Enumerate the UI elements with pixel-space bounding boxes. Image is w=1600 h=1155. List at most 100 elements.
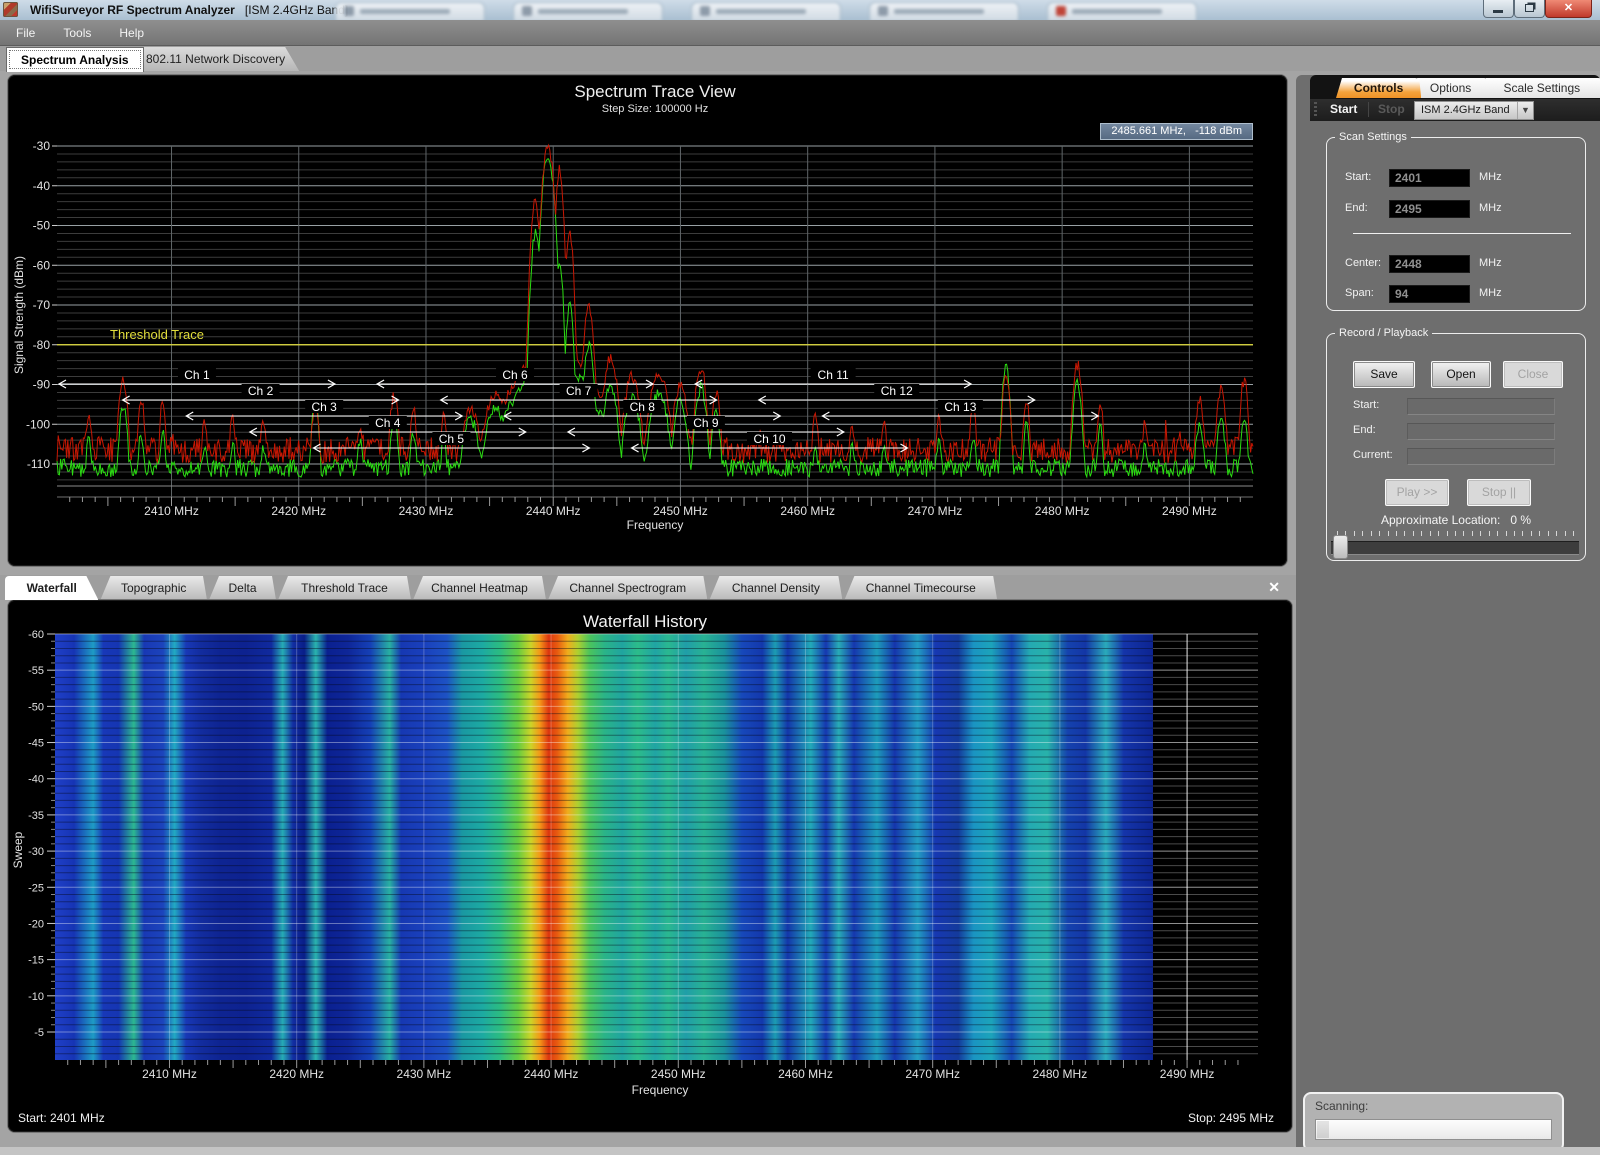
record-start-label: Start: <box>1353 399 1379 411</box>
panel-tab-options[interactable]: Options <box>1411 78 1490 98</box>
spectrum-gridlines <box>57 146 1253 497</box>
scan-start-unit: MHz <box>1479 171 1502 183</box>
svg-text:2450 MHz: 2450 MHz <box>651 1067 706 1081</box>
svg-text:Ch 11: Ch 11 <box>818 368 849 382</box>
menu-item-file[interactable]: File <box>4 22 47 44</box>
approximate-location-label: Approximate Location: <box>1381 513 1500 527</box>
scan-start-label: Start: <box>1345 171 1371 183</box>
scan-end-label: End: <box>1345 202 1368 214</box>
panel-tab-controls[interactable]: Controls <box>1336 78 1421 98</box>
view-tab-channel-timecourse[interactable]: Channel Timecourse <box>844 576 997 600</box>
scan-span-input[interactable] <box>1389 285 1470 303</box>
scan-start-input[interactable] <box>1389 169 1470 187</box>
waterfall-panel: Waterfall History-60-55-50-45-40-35-30-2… <box>8 600 1292 1132</box>
svg-text:Ch 6: Ch 6 <box>502 368 528 382</box>
svg-text:2430 MHz: 2430 MHz <box>397 1067 452 1081</box>
spectrum-subtitle: Step Size: 100000 Hz <box>602 103 708 115</box>
view-tab-channel-density[interactable]: Channel Density <box>709 576 842 600</box>
scan-span-unit: MHz <box>1479 287 1502 299</box>
svg-text:-60: -60 <box>33 258 51 272</box>
scan-center-input[interactable] <box>1389 255 1470 273</box>
slider-ticks <box>1337 531 1573 537</box>
close-button[interactable]: ✕ <box>1545 0 1592 18</box>
main-tab-802-11-network-discovery[interactable]: 802.11 Network Discovery <box>132 47 299 71</box>
background-browser-tabs <box>335 0 1197 20</box>
svg-text:Ch 9: Ch 9 <box>693 416 719 430</box>
background-browser-tab <box>1047 2 1197 20</box>
view-tab-channel-spectrogram[interactable]: Channel Spectrogram <box>548 576 707 600</box>
slider-thumb[interactable] <box>1333 535 1348 559</box>
window-controls: ✕ <box>1483 0 1592 19</box>
view-tab-threshold-trace[interactable]: Threshold Trace <box>278 576 411 600</box>
stop-scan-button[interactable]: Stop <box>1374 101 1409 117</box>
svg-text:2480 MHz: 2480 MHz <box>1035 504 1090 518</box>
band-selector-value: ISM 2.4GHz Band <box>1421 104 1510 116</box>
scan-center-unit: MHz <box>1479 257 1502 269</box>
spectrum-ylabel: Signal Strength (dBm) <box>12 256 26 374</box>
dropdown-arrow-icon: ▼ <box>1517 102 1533 119</box>
svg-text:Ch 3: Ch 3 <box>312 400 338 414</box>
menu-item-help[interactable]: Help <box>107 22 156 44</box>
svg-text:2470 MHz: 2470 MHz <box>905 1067 960 1081</box>
scan-center-label: Center: <box>1345 257 1381 269</box>
background-browser-tab <box>691 2 841 20</box>
menu-item-tools[interactable]: Tools <box>51 22 103 44</box>
status-stop-label: Stop: 2495 MHz <box>1188 1111 1274 1125</box>
start-scan-button[interactable]: Start <box>1326 101 1361 117</box>
approximate-location-row: Approximate Location: 0 % <box>1327 513 1585 527</box>
main-tab-spectrum-analysis[interactable]: Spectrum Analysis <box>6 47 144 72</box>
approximate-location-value: 0 % <box>1510 513 1531 527</box>
main-tab-strip: Spectrum Analysis802.11 Network Discover… <box>0 46 1600 71</box>
close-icon: ✕ <box>1564 2 1573 14</box>
view-tab-waterfall[interactable]: Waterfall <box>5 576 98 600</box>
scan-end-input[interactable] <box>1389 200 1470 218</box>
max-hold-trace <box>57 145 1253 463</box>
bottom-status-strip <box>0 1147 1600 1155</box>
app-icon <box>3 2 18 17</box>
svg-text:2470 MHz: 2470 MHz <box>908 504 963 518</box>
restore-button[interactable] <box>1514 0 1545 18</box>
open-button[interactable]: Open <box>1431 361 1491 388</box>
svg-text:Ch 4: Ch 4 <box>375 416 401 430</box>
waterfall-xlabel: Frequency <box>632 1083 689 1097</box>
play-button[interactable]: Play >> <box>1385 479 1449 506</box>
live-trace <box>57 159 1253 477</box>
svg-text:-100: -100 <box>26 417 50 431</box>
scan-settings-legend: Scan Settings <box>1335 131 1411 143</box>
band-selector-dropdown[interactable]: ISM 2.4GHz Band ▼ <box>1414 101 1534 120</box>
svg-text:-30: -30 <box>28 846 44 858</box>
svg-text:-5: -5 <box>34 1027 44 1039</box>
playback-stop-button[interactable]: Stop || <box>1467 479 1531 506</box>
title-bar: WifiSurveyor RF Spectrum Analyzer [ISM 2… <box>0 0 1600 20</box>
close-file-button[interactable]: Close <box>1503 361 1563 388</box>
slider-track[interactable] <box>1331 541 1579 555</box>
save-button[interactable]: Save <box>1353 361 1415 388</box>
svg-text:-10: -10 <box>28 991 44 1003</box>
svg-text:-50: -50 <box>28 701 44 713</box>
background-browser-tab <box>335 2 485 20</box>
background-browser-tab <box>513 2 663 20</box>
svg-text:-60: -60 <box>28 629 44 641</box>
svg-text:Ch 2: Ch 2 <box>248 384 274 398</box>
svg-text:-90: -90 <box>33 378 51 392</box>
minimize-button[interactable] <box>1483 0 1514 18</box>
window-title-text: WifiSurveyor RF Spectrum Analyzer <box>30 3 235 17</box>
spectrum-title: Spectrum Trace View <box>574 82 736 101</box>
view-tab-channel-heatmap[interactable]: Channel Heatmap <box>413 576 546 600</box>
playback-position-slider[interactable] <box>1331 531 1579 561</box>
panel-tab-scale-settings[interactable]: Scale Settings <box>1480 78 1600 98</box>
svg-text:-15: -15 <box>28 955 44 967</box>
svg-text:-45: -45 <box>28 738 44 750</box>
record-end-label: End: <box>1353 424 1376 436</box>
threshold-trace: Threshold Trace <box>57 327 1253 345</box>
spectrum-trace-panel[interactable]: Spectrum Trace View Step Size: 100000 Hz -… <box>8 75 1287 566</box>
waterfall-ylabel: Sweep <box>11 831 25 868</box>
view-tab-topographic[interactable]: Topographic <box>100 576 207 600</box>
toolbar-separator <box>1368 102 1369 117</box>
window-title: WifiSurveyor RF Spectrum Analyzer [ISM 2… <box>30 3 348 17</box>
svg-text:-25: -25 <box>28 882 44 894</box>
panel-tab-header: Start Stop ISM 2.4GHz Band ▼ ControlsOpt… <box>1310 75 1600 121</box>
view-tab-delta[interactable]: Delta <box>209 576 276 600</box>
record-current-field <box>1407 448 1555 465</box>
close-view-icon[interactable]: ✕ <box>1268 579 1280 596</box>
